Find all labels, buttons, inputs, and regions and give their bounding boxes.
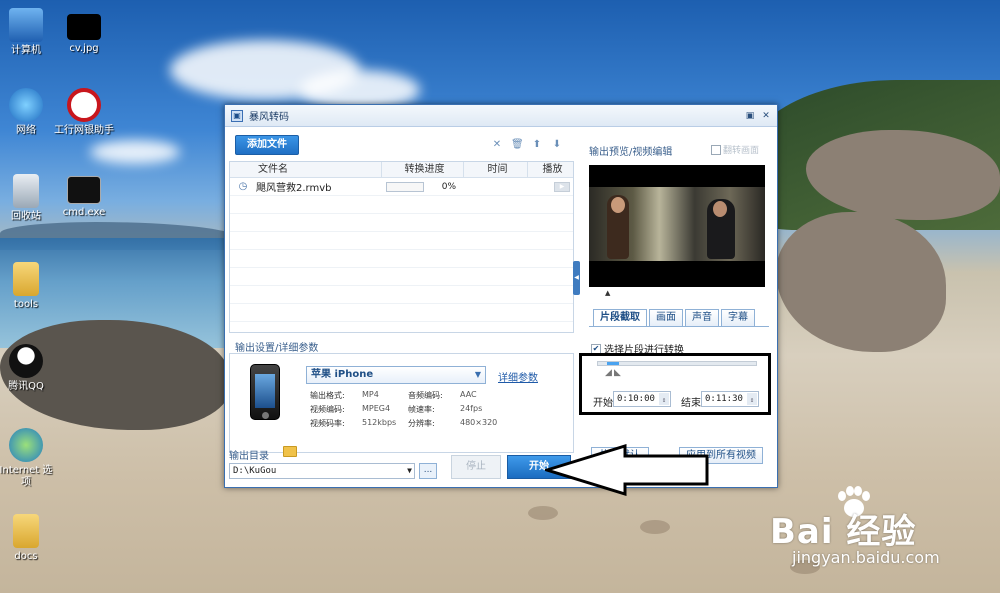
terminal-icon [67, 176, 101, 204]
footprint [640, 520, 670, 534]
iphone-icon [250, 364, 280, 420]
annotation-highlight-box [579, 353, 771, 415]
tab-picture[interactable]: 画面 [649, 309, 683, 327]
progress-text: 0% [441, 181, 456, 192]
footprint [528, 506, 558, 520]
param-value: 480×320 [460, 418, 498, 427]
desktop-icon-cv-jpg[interactable]: cv.jpg [54, 14, 114, 55]
file-toolbar: ✕ 🗑 ⬆ ⬇ [491, 139, 563, 151]
desktop-icon-computer[interactable]: 计算机 [0, 8, 56, 57]
desktop-icon-tools[interactable]: tools [0, 262, 56, 311]
computer-icon [9, 8, 43, 42]
collapse-handle[interactable]: ◀ [573, 261, 580, 295]
trash-icon[interactable]: 🗑 [511, 139, 524, 151]
qq-penguin-icon [9, 344, 43, 378]
param-value: AAC [460, 390, 477, 399]
rock [776, 212, 946, 352]
folder-icon [13, 262, 39, 296]
recycle-bin-icon [13, 174, 39, 208]
chevron-down-icon: ▼ [474, 370, 482, 379]
output-settings-panel: 苹果 iPhone ▼ 详细参数 输出格式: MP4 音频编码: AAC 视频编… [229, 353, 574, 453]
title-bar[interactable]: ▣ 暴风转码 ▣ ✕ [225, 105, 777, 127]
detail-params-link[interactable]: 详细参数 [498, 369, 538, 384]
column-header-name[interactable]: 文件名 [230, 162, 382, 177]
folder-icon[interactable] [283, 446, 297, 457]
preview-position-marker: ▲ [605, 289, 611, 297]
browse-button[interactable]: ... [419, 463, 437, 479]
table-row[interactable]: ◷ 飓风营救2.rmvb 0% ▶ [230, 178, 573, 196]
close-icon[interactable]: ✕ [759, 109, 773, 123]
stop-button[interactable]: 停止 [451, 455, 501, 479]
arrow-up-icon[interactable]: ⬆ [531, 139, 543, 151]
column-header-progress[interactable]: 转换进度 [382, 162, 464, 177]
edit-tabs: 片段截取 画面 声音 字幕 [593, 309, 755, 327]
table-row [230, 214, 573, 232]
arrow-down-icon[interactable]: ⬇ [551, 139, 563, 151]
preview-label: 输出预览/视频编辑 [589, 147, 673, 158]
tab-segment[interactable]: 片段截取 [593, 309, 647, 327]
icbc-logo-icon [67, 88, 101, 122]
param-label: 分辨率: [408, 419, 435, 428]
tab-subtitle[interactable]: 字幕 [721, 309, 755, 327]
cloud [90, 140, 180, 164]
clock-icon: ◷ [238, 181, 248, 192]
output-path-input[interactable]: D:\KuGou ▼ [229, 463, 415, 479]
param-label: 输出格式: [310, 391, 345, 400]
network-icon [9, 88, 43, 122]
desktop-icon-qq[interactable]: 腾讯QQ [0, 344, 56, 393]
globe-icon [9, 428, 43, 462]
add-file-button[interactable]: 添加文件 [235, 135, 299, 155]
param-value: MP4 [362, 390, 379, 399]
param-value: 24fps [460, 404, 483, 413]
param-label: 视频码率: [310, 419, 345, 428]
column-header-time[interactable]: 时间 [464, 162, 528, 177]
param-value: 512kbps [362, 418, 397, 427]
table-row [230, 304, 573, 322]
video-preview[interactable] [589, 165, 765, 287]
desktop-icon-icbc[interactable]: 工行网银助手 [54, 88, 114, 137]
watermark-url: jingyan.baidu.com [792, 548, 940, 567]
param-label: 帧速率: [408, 405, 435, 414]
table-row [230, 196, 573, 214]
desktop-icon-network[interactable]: 网络 [0, 88, 56, 137]
column-header-play[interactable]: 播放 [528, 162, 573, 177]
desktop-icon-cmd[interactable]: cmd.exe [54, 176, 114, 219]
checkbox[interactable] [711, 144, 721, 155]
param-value: MPEG4 [362, 404, 391, 413]
table-row [230, 250, 573, 268]
image-file-icon [67, 14, 101, 40]
device-select[interactable]: 苹果 iPhone ▼ [306, 366, 486, 384]
table-row [230, 286, 573, 304]
folder-icon [13, 514, 39, 548]
output-settings-label: 输出设置/详细参数 [235, 343, 319, 354]
annotation-arrow-icon [545, 444, 709, 496]
desktop-icon-docs[interactable]: docs [0, 514, 56, 563]
window-title: 暴风转码 [249, 112, 289, 123]
file-list-table: 文件名 转换进度 时间 播放 ◷ 飓风营救2.rmvb 0% ▶ [229, 161, 574, 333]
output-dir-label: 输出目录 [229, 451, 269, 462]
menu-icon[interactable]: ▣ [743, 109, 757, 123]
watermark-brand: Bai 经验 [770, 512, 917, 552]
file-name: 飓风营救2.rmvb [256, 183, 332, 194]
app-icon: ▣ [231, 109, 243, 122]
flip-checkbox[interactable]: 翻转画面 [711, 143, 759, 156]
param-label: 音频编码: [408, 391, 443, 400]
desktop-icon-internet-options[interactable]: Internet 选项 [0, 428, 56, 489]
param-grid: 输出格式: MP4 音频编码: AAC 视频编码: MPEG4 帧速率: 24f… [310, 390, 500, 429]
close-icon[interactable]: ✕ [491, 139, 503, 151]
desktop-icon-recycle-bin[interactable]: 回收站 [0, 174, 56, 223]
param-label: 视频编码: [310, 405, 345, 414]
play-icon[interactable]: ▶ [554, 181, 570, 192]
table-header: 文件名 转换进度 时间 播放 [230, 162, 573, 178]
table-row [230, 232, 573, 250]
table-row [230, 268, 573, 286]
chevron-down-icon[interactable]: ▼ [407, 464, 412, 478]
progress-bar [386, 181, 424, 192]
checkbox[interactable]: ✔ [591, 343, 601, 354]
storm-codec-window: ▣ 暴风转码 ▣ ✕ 添加文件 ✕ 🗑 ⬆ ⬇ 文件名 转换进度 时间 播放 ◷… [224, 104, 778, 488]
tab-audio[interactable]: 声音 [685, 309, 719, 327]
